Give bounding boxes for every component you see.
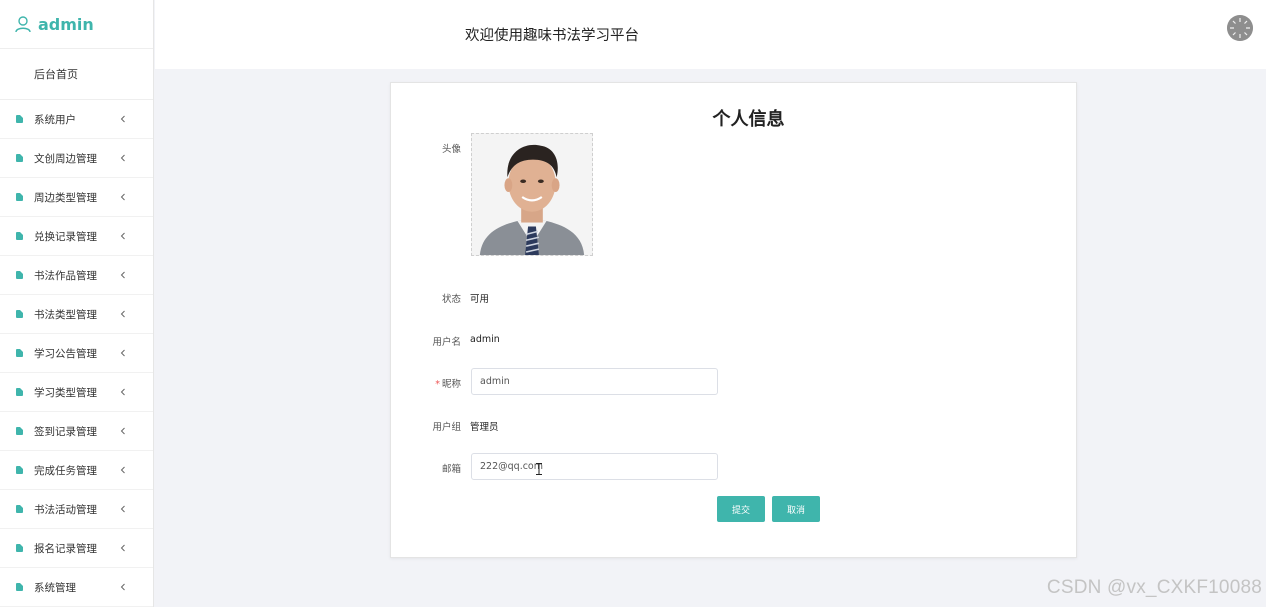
chevron-left-icon	[120, 232, 125, 240]
user-icon	[15, 16, 31, 33]
sidebar-menu: 系统用户文创周边管理 周边类型管理 兑换记录管理 书法作品管理 书法类型管理 学习公告管理…	[0, 100, 153, 607]
email-label: 邮箱	[441, 464, 461, 475]
chevron-left-icon	[120, 505, 125, 513]
document-icon	[16, 505, 23, 513]
user-group-label: 用户组	[432, 422, 461, 433]
chevron-left-icon	[120, 349, 125, 357]
sidebar-menu-item[interactable]: 周边类型管理	[0, 178, 153, 217]
chevron-left-icon	[120, 310, 125, 318]
sidebar-item-label: 签到记录管理	[34, 425, 97, 438]
document-icon	[16, 466, 23, 474]
sidebar-item-label: 兑换记录管理	[34, 230, 97, 243]
text-cursor-icon	[536, 463, 542, 475]
sidebar-item-label: 学习类型管理	[34, 386, 97, 399]
sidebar-menu-item[interactable]: 学习类型管理	[0, 373, 153, 412]
sidebar-menu-item[interactable]: 书法活动管理	[0, 490, 153, 529]
chevron-left-icon	[120, 544, 125, 552]
sidebar-item-label: 学习公告管理	[34, 347, 97, 360]
profile-card: 个人信息 头像 状态 可用 用户名 admin * 昵称 admin 用户组 管…	[390, 82, 1077, 558]
sidebar-item-label: 系统管理	[34, 581, 76, 594]
sidebar-menu-item[interactable]: 书法类型管理	[0, 295, 153, 334]
document-icon	[16, 232, 23, 240]
chevron-left-icon	[120, 388, 125, 396]
avatar-upload[interactable]	[471, 133, 593, 256]
document-icon	[16, 427, 23, 435]
page-title: 个人信息	[712, 109, 785, 130]
sidebar-menu-item[interactable]: 系统管理	[0, 568, 153, 607]
sidebar-item-label: 书法类型管理	[34, 308, 97, 321]
document-icon	[16, 193, 23, 201]
profile-photo	[472, 134, 592, 255]
sidebar-menu-item[interactable]: 兑换记录管理	[0, 217, 153, 256]
chevron-left-icon	[120, 271, 125, 279]
sidebar-item-label: 周边类型管理	[34, 191, 97, 204]
sidebar-brand: admin	[0, 0, 153, 49]
sidebar-menu-item[interactable]: 报名记录管理	[0, 529, 153, 568]
loading-avatar-icon	[1227, 15, 1253, 41]
sidebar-item-label: 完成任务管理	[34, 464, 97, 477]
document-icon	[16, 271, 23, 279]
sidebar-item-home[interactable]: 后台首页	[0, 49, 153, 100]
sidebar-item-label: 文创周边管理	[34, 152, 97, 165]
status-value: 可用	[470, 294, 490, 305]
document-icon	[16, 115, 23, 123]
nickname-input[interactable]	[471, 368, 718, 395]
sidebar-menu-item[interactable]: 文创周边管理	[0, 139, 153, 178]
document-icon	[16, 310, 23, 318]
document-icon	[16, 388, 23, 396]
chevron-left-icon	[120, 193, 125, 201]
required-mark: *	[435, 379, 440, 390]
watermark-text: CSDN @vx_CXKF10088	[1046, 577, 1262, 598]
sidebar-menu-item[interactable]: 签到记录管理	[0, 412, 153, 451]
sidebar-item-label: 书法作品管理	[34, 269, 97, 282]
chevron-left-icon	[120, 427, 125, 435]
status-label: 状态	[441, 294, 461, 305]
sidebar-item-label: 书法活动管理	[34, 503, 97, 516]
username-label: 用户名	[432, 337, 461, 348]
top-header: 欢迎使用趣味书法学习平台	[155, 0, 1266, 69]
chevron-left-icon	[120, 583, 125, 591]
sidebar-menu-item[interactable]: 完成任务管理	[0, 451, 153, 490]
document-icon	[16, 583, 23, 591]
user-group-value: 管理员	[470, 422, 499, 433]
header-title: 欢迎使用趣味书法学习平台	[465, 28, 639, 44]
cancel-button[interactable]: 取消	[772, 496, 820, 522]
chevron-left-icon	[120, 154, 125, 162]
nickname-label-text: 昵称	[441, 379, 461, 390]
sidebar-item-label: 报名记录管理	[34, 542, 97, 555]
sidebar-menu-item[interactable]: 学习公告管理	[0, 334, 153, 373]
username-value: admin	[470, 334, 500, 345]
document-icon	[16, 349, 23, 357]
sidebar: admin 后台首页 系统用户文创周边管理 周边类型管理 兑换记录管理 书法作品管理书…	[0, 0, 154, 607]
email-input[interactable]	[471, 453, 718, 480]
avatar-label: 头像	[441, 144, 461, 155]
sidebar-item-label: 系统用户	[34, 113, 76, 126]
document-icon	[16, 544, 23, 552]
sidebar-menu-item[interactable]: 系统用户	[0, 100, 153, 139]
sidebar-menu-item[interactable]: 书法作品管理	[0, 256, 153, 295]
brand-name: admin	[38, 14, 94, 34]
submit-button[interactable]: 提交	[717, 496, 765, 522]
header-avatar[interactable]	[1227, 15, 1253, 41]
chevron-left-icon	[120, 466, 125, 474]
nickname-label: * 昵称	[391, 376, 461, 390]
document-icon	[16, 154, 23, 162]
chevron-left-icon	[120, 115, 125, 123]
